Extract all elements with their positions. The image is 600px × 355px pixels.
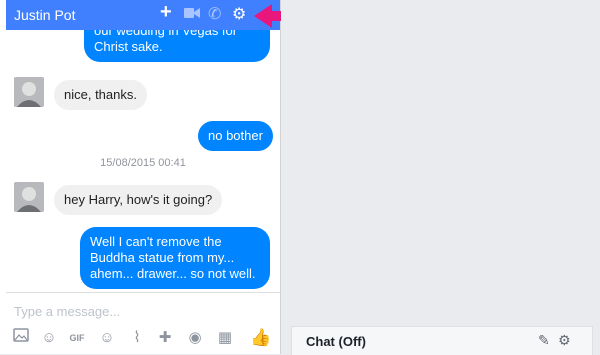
message-bubble-sent: no bother — [198, 121, 273, 151]
message-bubble-sent: our wedding in Vegas for Christ sake. — [84, 30, 270, 62]
camera-icon[interactable]: ◉ — [184, 327, 206, 349]
game-icon[interactable]: ✚ — [154, 327, 176, 349]
attach-icon[interactable]: ⌇ — [126, 327, 148, 349]
gear-icon[interactable]: ⚙ — [558, 332, 571, 349]
like-icon[interactable]: 👍 — [250, 327, 272, 349]
message-timestamp: 15/08/2015 00:41 — [100, 157, 186, 169]
video-camera-icon[interactable] — [184, 6, 200, 25]
message-composer: ☺ GIF ☺ ⌇ ✚ ◉ ▦ 👍 — [6, 292, 280, 354]
chat-status-bar[interactable]: Chat (Off) ✎ ⚙ — [291, 326, 593, 355]
avatar — [14, 77, 44, 107]
right-panel: Chat (Off) ✎ ⚙ — [281, 0, 600, 355]
plus-icon[interactable]: + — [160, 2, 172, 22]
calendar-icon[interactable]: ▦ — [214, 327, 236, 349]
message-input[interactable] — [12, 301, 276, 321]
chat-header[interactable]: Justin Pot + ✆ ⚙ — [6, 0, 280, 30]
emoji-icon[interactable]: ☺ — [96, 327, 118, 349]
gear-icon[interactable]: ⚙ — [232, 6, 246, 24]
gif-icon[interactable]: GIF — [66, 327, 88, 349]
avatar — [14, 182, 44, 212]
photo-icon[interactable] — [10, 327, 32, 349]
message-list: our wedding in Vegas for Christ sake. ni… — [6, 30, 280, 292]
message-bubble-sent: Well I can't remove the Buddha statue fr… — [80, 227, 270, 289]
message-bubble-received: nice, thanks. — [54, 80, 147, 110]
chat-title[interactable]: Justin Pot — [14, 7, 75, 23]
chat-window: Justin Pot + ✆ ⚙ our wedding in Vegas fo… — [6, 0, 281, 354]
compose-icon[interactable]: ✎ — [538, 332, 550, 349]
message-bubble-received: hey Harry, how's it going? — [54, 185, 223, 215]
chat-status-label[interactable]: Chat (Off) — [306, 334, 366, 349]
phone-icon[interactable]: ✆ — [208, 6, 221, 24]
sticker-icon[interactable]: ☺ — [38, 327, 60, 349]
